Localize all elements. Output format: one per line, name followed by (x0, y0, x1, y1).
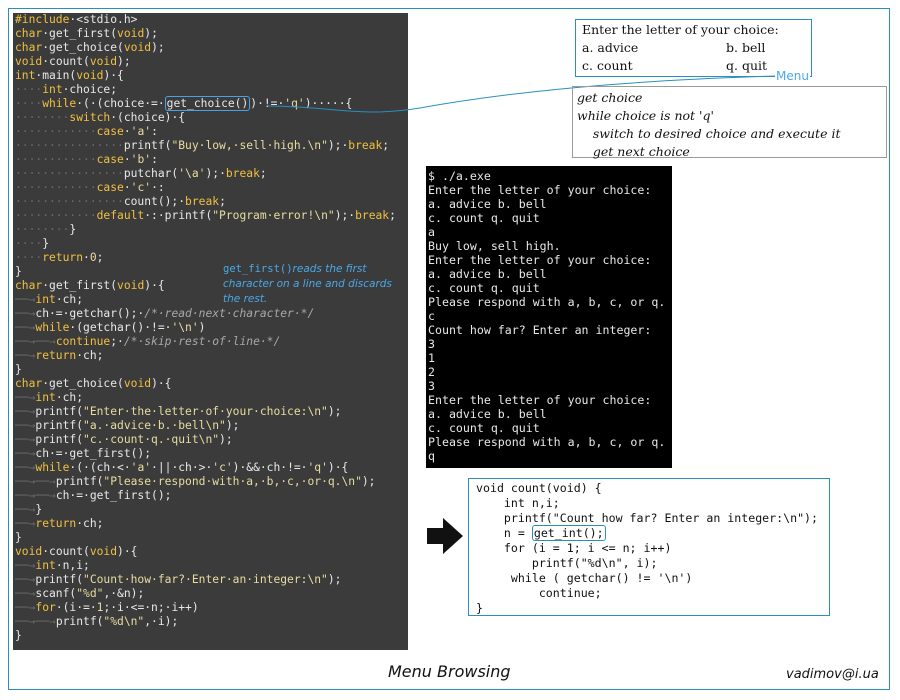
menu-option-a: a. advice (582, 40, 639, 55)
terminal-line: Count how far? Enter an integer: (428, 323, 652, 337)
terminal-line: Please respond with a, b, c, or q. (428, 435, 666, 449)
count-line: } (476, 601, 483, 615)
terminal-line: a (428, 225, 435, 239)
menu-title: Enter the letter of your choice: (582, 22, 779, 37)
terminal-line: 1 (428, 351, 435, 365)
author-credit: vadimov@i.ua (786, 667, 879, 682)
count-line: printf("Count how far? Enter an integer:… (476, 511, 819, 525)
count-line: n = get_int(); (476, 525, 829, 541)
menu-label: Menu (775, 69, 810, 83)
terminal-line: c (428, 309, 435, 323)
right-arrow-icon (427, 518, 463, 554)
terminal-line: q (428, 449, 435, 463)
count-line: for (i = 1; i <= n; i++) (476, 541, 672, 555)
terminal-line: Enter the letter of your choice: (428, 253, 652, 267)
terminal-line: c. count q. quit (428, 281, 540, 295)
terminal-line: Enter the letter of your choice: (428, 183, 652, 197)
count-line: printf("%d\n", i); (476, 556, 658, 570)
menu-option-q: q. quit (726, 58, 768, 73)
pseudo-line: while choice is not 'q' (577, 108, 714, 123)
terminal-line: a. advice b. bell (428, 267, 547, 281)
count-line: void count(void) { (476, 481, 602, 495)
menu-option-c: c. count (582, 58, 633, 73)
terminal-line: 2 (428, 365, 435, 379)
pseudo-line: get next choice (577, 144, 690, 159)
pseudo-line: switch to desired choice and execute it (577, 126, 841, 141)
terminal-line: c. count q. quit (428, 211, 540, 225)
terminal-line: c. count q. quit (428, 421, 540, 435)
terminal-line: 3 (428, 337, 435, 351)
count-line: continue; (476, 586, 602, 600)
get-int-highlight: get_int(); (531, 525, 606, 541)
terminal-line: 3 (428, 379, 435, 393)
menu-option-b: b. bell (726, 40, 766, 55)
terminal-output: $ ./a.exe Enter the letter of your choice… (426, 166, 672, 468)
count-line: while ( getchar() != '\n') (476, 571, 693, 585)
terminal-line: Enter the letter of your choice: (428, 393, 652, 407)
terminal-line: $ ./a.exe (428, 169, 491, 183)
count-function-box: void count(void) { int n,i; printf("Coun… (468, 478, 830, 616)
terminal-line: Please respond with a, b, c, or q. (428, 295, 666, 309)
terminal-line: a. advice b. bell (428, 197, 547, 211)
terminal-line: a. advice b. bell (428, 407, 547, 421)
terminal-line: Buy low, sell high. (428, 239, 561, 253)
diagram-caption: Menu Browsing (388, 662, 511, 681)
pseudo-code-box: get choice while choice is not 'q' switc… (572, 86, 887, 159)
count-line: int n,i; (476, 496, 560, 510)
pseudo-line: get choice (577, 90, 643, 105)
count-line-prefix: n = (476, 526, 532, 540)
